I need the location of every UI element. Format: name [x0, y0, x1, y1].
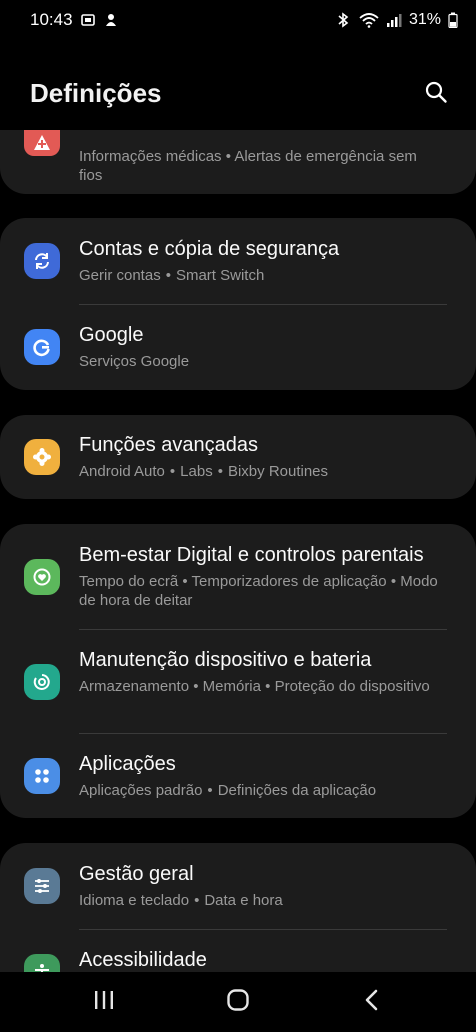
medical-icon: [24, 130, 60, 156]
settings-list[interactable]: Informações médicas • Alertas de emergên…: [0, 130, 476, 972]
setting-general-subtitle: Idioma e teclado • Data e hora: [79, 892, 283, 909]
setting-general-title: Gestão geral: [79, 863, 194, 885]
setting-accessibility-title: Acessibilidade: [79, 949, 207, 971]
subtitle-part: Definições da aplicação: [217, 782, 377, 799]
setting-maintenance-subtitle: Armazenamento • Memória • Proteção do di…: [79, 678, 430, 695]
setting-advanced-title: Funções avançadas: [79, 434, 259, 456]
search-icon: [424, 80, 448, 109]
setting-apps[interactable]: Aplicações Aplicações padrão • Definições …: [0, 734, 476, 818]
card-device: Bem-estar Digital e controlos parentais …: [0, 524, 476, 818]
setting-safety-subtitle: Informações médicas • Alertas de emergên…: [79, 148, 417, 184]
setting-google[interactable]: Google Serviços Google: [0, 304, 476, 390]
device-care-icon: [24, 664, 60, 700]
setting-google-subtitle: Serviços Google: [79, 353, 190, 370]
battery-percent: 31%: [408, 11, 441, 28]
setting-maintenance-title: Manutenção dispositivo e bateria: [79, 649, 372, 671]
heart-circle-icon: [24, 559, 60, 595]
home-icon: [226, 988, 250, 1017]
bluetooth-icon: [336, 12, 352, 28]
card-safety: Informações médicas • Alertas de emergên…: [0, 130, 476, 194]
subtitle-part: Android Auto: [79, 463, 165, 480]
card-advanced: Funções avançadas Android Auto • Labs • Bixb…: [0, 415, 476, 499]
google-icon: [24, 329, 60, 365]
back-button[interactable]: [352, 986, 392, 1018]
setting-accessibility[interactable]: Acessibilidade: [0, 929, 476, 972]
status-right: 31%: [336, 11, 458, 29]
app-header: Definições: [0, 60, 476, 130]
card-general: Gestão geral Idioma e teclado • Data e hor…: [0, 843, 476, 972]
notification-icon: [103, 12, 119, 28]
sync-icon: [24, 243, 60, 279]
status-bar: 10:43 31%: [0, 0, 476, 40]
subtitle-part: Bixby Routines: [227, 463, 329, 480]
subtitle-part: Smart Switch: [175, 267, 265, 284]
setting-google-title: Google: [79, 324, 144, 346]
setting-advanced[interactable]: Funções avançadas Android Auto • Labs • Bixb…: [0, 415, 476, 499]
setting-apps-title: Aplicações: [79, 753, 176, 775]
subtitle-part: Gerir contas: [79, 267, 161, 284]
setting-apps-subtitle: Aplicações padrão • Definições da aplicaçã…: [79, 782, 377, 799]
subtitle-part: Data e hora: [204, 892, 283, 909]
recents-icon: [92, 989, 116, 1016]
setting-wellbeing-title: Bem-estar Digital e controlos parentais: [79, 544, 424, 566]
subtitle-part: Idioma e teclado: [79, 892, 190, 909]
apps-grid-icon: [24, 758, 60, 794]
setting-wellbeing-subtitle: Tempo do ecrã • Temporizadores de aplica…: [79, 573, 438, 609]
setting-accounts-subtitle: Gerir contas • Smart Switch: [79, 267, 265, 284]
subtitle-part: Labs: [180, 463, 213, 480]
status-time: 10:43: [30, 10, 73, 29]
recents-button[interactable]: [84, 986, 124, 1018]
setting-accounts-title: Contas e cópia de segurança: [79, 238, 340, 260]
accessibility-icon: [24, 954, 60, 972]
signal-icon: [386, 12, 402, 28]
home-button[interactable]: [218, 986, 258, 1018]
sliders-icon: [24, 868, 60, 904]
setting-safety[interactable]: Informações médicas • Alertas de emergên…: [0, 130, 476, 194]
status-left: 10:43: [30, 10, 119, 30]
page-title: Definições: [30, 78, 162, 108]
search-button[interactable]: [418, 76, 454, 112]
setting-accounts[interactable]: Contas e cópia de segurança Gerir contas…: [0, 218, 476, 304]
setting-general[interactable]: Gestão geral Idioma e teclado • Data e hor…: [0, 843, 476, 929]
setting-maintenance[interactable]: Manutenção dispositivo e bateria Armazen…: [0, 630, 476, 734]
battery-icon: [448, 12, 458, 29]
wifi-icon: [359, 12, 379, 28]
star-gear-icon: [24, 439, 60, 475]
sim-card-icon: [80, 12, 96, 28]
setting-wellbeing[interactable]: Bem-estar Digital e controlos parentais …: [0, 524, 476, 630]
setting-advanced-subtitle: Android Auto • Labs • Bixby Routines: [79, 463, 329, 480]
card-accounts: Contas e cópia de segurança Gerir contas…: [0, 218, 476, 390]
back-icon: [362, 988, 382, 1017]
subtitle-part: Aplicações padrão: [79, 782, 203, 799]
navigation-bar: [0, 972, 476, 1032]
